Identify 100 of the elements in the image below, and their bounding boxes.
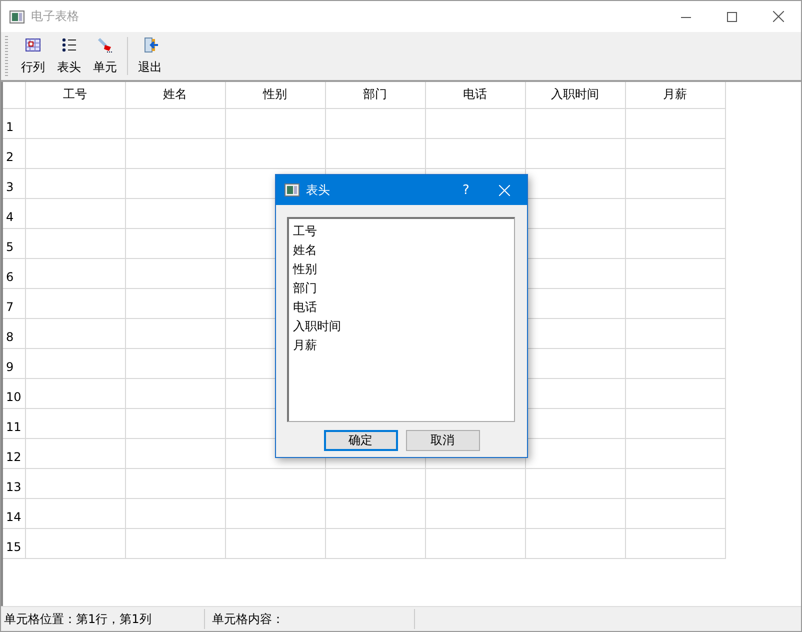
table-cell[interactable] bbox=[325, 138, 425, 168]
table-cell[interactable] bbox=[625, 438, 725, 468]
table-cell[interactable] bbox=[25, 288, 125, 318]
table-cell[interactable] bbox=[525, 108, 625, 138]
table-cell[interactable] bbox=[125, 348, 225, 378]
corner-cell[interactable] bbox=[3, 82, 25, 108]
table-cell[interactable] bbox=[225, 528, 325, 558]
toolbar-button[interactable]: 退出 bbox=[132, 36, 168, 76]
table-cell[interactable] bbox=[225, 138, 325, 168]
table-cell[interactable] bbox=[25, 528, 125, 558]
row-header[interactable]: 13 bbox=[3, 468, 25, 498]
table-cell[interactable] bbox=[125, 378, 225, 408]
column-header[interactable]: 性别 bbox=[225, 82, 325, 108]
list-item[interactable]: 部门 bbox=[292, 279, 511, 298]
row-header[interactable]: 8 bbox=[3, 318, 25, 348]
table-cell[interactable] bbox=[25, 348, 125, 378]
table-cell[interactable] bbox=[625, 228, 725, 258]
toolbar-button[interactable]: 行列 bbox=[15, 36, 51, 76]
table-cell[interactable] bbox=[25, 228, 125, 258]
table-cell[interactable] bbox=[625, 198, 725, 228]
table-cell[interactable] bbox=[325, 528, 425, 558]
toolbar-button[interactable]: 表头 bbox=[51, 36, 87, 76]
column-header[interactable]: 部门 bbox=[325, 82, 425, 108]
table-cell[interactable] bbox=[25, 108, 125, 138]
table-cell[interactable] bbox=[625, 318, 725, 348]
table-cell[interactable] bbox=[625, 468, 725, 498]
column-header[interactable]: 入职时间 bbox=[525, 82, 625, 108]
list-item[interactable]: 月薪 bbox=[292, 336, 511, 355]
ok-button[interactable]: 确定 bbox=[324, 430, 398, 451]
row-header[interactable]: 12 bbox=[3, 438, 25, 468]
table-cell[interactable] bbox=[325, 468, 425, 498]
table-cell[interactable] bbox=[325, 108, 425, 138]
table-cell[interactable] bbox=[125, 318, 225, 348]
table-cell[interactable] bbox=[625, 528, 725, 558]
table-cell[interactable] bbox=[25, 408, 125, 438]
help-button[interactable]: ? bbox=[451, 175, 481, 205]
table-cell[interactable] bbox=[125, 198, 225, 228]
table-cell[interactable] bbox=[25, 318, 125, 348]
table-cell[interactable] bbox=[625, 288, 725, 318]
table-cell[interactable] bbox=[25, 168, 125, 198]
table-cell[interactable] bbox=[525, 528, 625, 558]
table-cell[interactable] bbox=[625, 498, 725, 528]
row-header[interactable]: 7 bbox=[3, 288, 25, 318]
table-cell[interactable] bbox=[125, 438, 225, 468]
table-cell[interactable] bbox=[25, 198, 125, 228]
column-header[interactable]: 电话 bbox=[425, 82, 525, 108]
table-cell[interactable] bbox=[625, 138, 725, 168]
row-header[interactable]: 4 bbox=[3, 198, 25, 228]
table-cell[interactable] bbox=[125, 108, 225, 138]
table-cell[interactable] bbox=[625, 258, 725, 288]
column-header[interactable]: 姓名 bbox=[125, 82, 225, 108]
table-cell[interactable] bbox=[125, 468, 225, 498]
table-cell[interactable] bbox=[525, 468, 625, 498]
table-cell[interactable] bbox=[625, 108, 725, 138]
table-cell[interactable] bbox=[625, 378, 725, 408]
table-cell[interactable] bbox=[225, 108, 325, 138]
row-header[interactable]: 14 bbox=[3, 498, 25, 528]
row-header[interactable]: 10 bbox=[3, 378, 25, 408]
table-cell[interactable] bbox=[625, 168, 725, 198]
row-header[interactable]: 5 bbox=[3, 228, 25, 258]
table-cell[interactable] bbox=[425, 468, 525, 498]
table-cell[interactable] bbox=[125, 528, 225, 558]
list-item[interactable]: 电话 bbox=[292, 298, 511, 317]
row-header[interactable]: 6 bbox=[3, 258, 25, 288]
table-cell[interactable] bbox=[425, 138, 525, 168]
list-item[interactable]: 姓名 bbox=[292, 241, 511, 260]
row-header[interactable]: 9 bbox=[3, 348, 25, 378]
table-cell[interactable] bbox=[125, 258, 225, 288]
header-list[interactable]: 工号 姓名 性别 部门 电话 入职时间 月薪 bbox=[287, 217, 515, 422]
table-cell[interactable] bbox=[125, 228, 225, 258]
table-cell[interactable] bbox=[125, 498, 225, 528]
table-cell[interactable] bbox=[525, 498, 625, 528]
row-header[interactable]: 15 bbox=[3, 528, 25, 558]
table-cell[interactable] bbox=[25, 498, 125, 528]
table-cell[interactable] bbox=[25, 468, 125, 498]
table-cell[interactable] bbox=[125, 138, 225, 168]
row-header[interactable]: 3 bbox=[3, 168, 25, 198]
table-cell[interactable] bbox=[125, 288, 225, 318]
table-cell[interactable] bbox=[625, 348, 725, 378]
row-header[interactable]: 2 bbox=[3, 138, 25, 168]
table-cell[interactable] bbox=[125, 168, 225, 198]
list-item[interactable]: 工号 bbox=[292, 222, 511, 241]
list-item[interactable]: 入职时间 bbox=[292, 317, 511, 336]
column-header[interactable]: 月薪 bbox=[625, 82, 725, 108]
table-cell[interactable] bbox=[325, 498, 425, 528]
table-cell[interactable] bbox=[125, 408, 225, 438]
table-cell[interactable] bbox=[25, 438, 125, 468]
list-item[interactable]: 性别 bbox=[292, 260, 511, 279]
table-cell[interactable] bbox=[425, 498, 525, 528]
table-cell[interactable] bbox=[25, 378, 125, 408]
row-header[interactable]: 1 bbox=[3, 108, 25, 138]
row-header[interactable]: 11 bbox=[3, 408, 25, 438]
table-cell[interactable] bbox=[225, 498, 325, 528]
table-cell[interactable] bbox=[625, 408, 725, 438]
column-header[interactable]: 工号 bbox=[25, 82, 125, 108]
toolbar-button[interactable]: 单元 bbox=[87, 36, 123, 76]
cancel-button[interactable]: 取消 bbox=[406, 430, 480, 451]
table-cell[interactable] bbox=[225, 468, 325, 498]
table-cell[interactable] bbox=[25, 258, 125, 288]
table-cell[interactable] bbox=[25, 138, 125, 168]
